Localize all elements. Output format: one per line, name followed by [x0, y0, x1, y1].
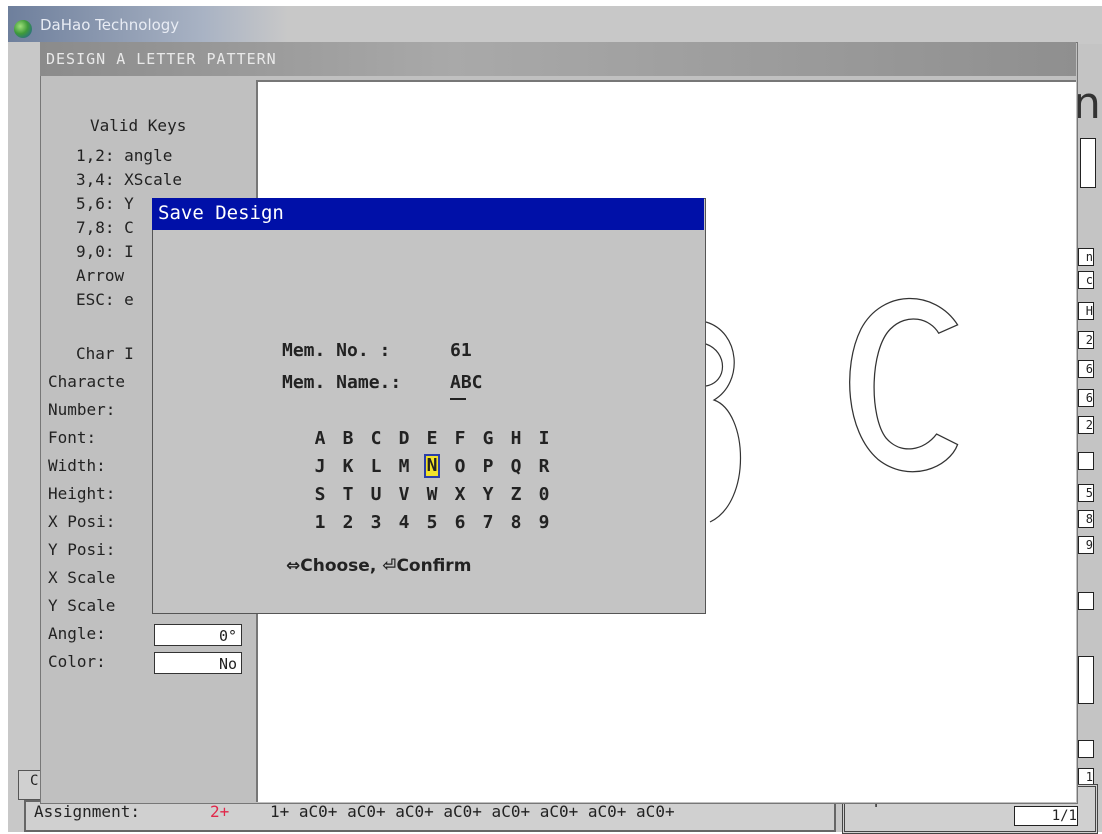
char-key-j[interactable]: J	[312, 456, 328, 477]
right-panel-field[interactable]	[1078, 740, 1094, 758]
key-hint: 7,8: C	[76, 218, 134, 237]
char-key-5[interactable]: 5	[424, 512, 440, 533]
right-panel-value: 9	[1078, 536, 1094, 554]
char-key-n-selected[interactable]: N	[424, 454, 440, 478]
design-window-title: DESIGN A LETTER PATTERN	[46, 50, 277, 68]
right-panel-value: 5	[1078, 484, 1094, 502]
char-key-k[interactable]: K	[340, 456, 356, 477]
field-label: Characte	[48, 372, 126, 391]
char-key-e[interactable]: E	[424, 428, 440, 449]
char-key-y[interactable]: Y	[480, 484, 496, 505]
char-key-z[interactable]: Z	[508, 484, 524, 505]
char-key-m[interactable]: M	[396, 456, 412, 477]
field-label: X Posi:	[48, 512, 116, 531]
char-key-0[interactable]: 0	[536, 484, 552, 505]
char-key-d[interactable]: D	[396, 428, 412, 449]
char-key-4[interactable]: 4	[396, 512, 412, 533]
char-key-s[interactable]: S	[312, 484, 328, 505]
char-key-v[interactable]: V	[396, 484, 412, 505]
char-info-heading: Char I	[76, 344, 134, 363]
field-label: X Scale	[48, 568, 116, 587]
char-key-8[interactable]: 8	[508, 512, 524, 533]
right-panel-field[interactable]	[1078, 656, 1094, 704]
char-key-w[interactable]: W	[424, 484, 440, 505]
char-key-r[interactable]: R	[536, 456, 552, 477]
dialog-title: Save Design	[158, 202, 284, 224]
key-hint: ESC: e	[76, 290, 134, 309]
char-key-3[interactable]: 3	[368, 512, 384, 533]
char-key-g[interactable]: G	[480, 428, 496, 449]
field-label: Y Scale	[48, 596, 116, 615]
left-stub-label: C	[30, 773, 39, 789]
char-key-9[interactable]: 9	[536, 512, 552, 533]
field-label: Width:	[48, 456, 106, 475]
right-panel-field[interactable]	[1078, 592, 1094, 610]
right-panel-field[interactable]	[1080, 138, 1096, 188]
char-key-a[interactable]: A	[312, 428, 328, 449]
char-key-c[interactable]: C	[368, 428, 384, 449]
char-key-1[interactable]: 1	[312, 512, 328, 533]
char-key-q[interactable]: Q	[508, 456, 524, 477]
right-panel-value: 2	[1078, 416, 1094, 434]
char-key-l[interactable]: L	[368, 456, 384, 477]
key-hint: 1,2: angle	[76, 146, 173, 165]
char-key-t[interactable]: T	[340, 484, 356, 505]
field-label: Font:	[48, 428, 97, 447]
right-panel-value: 6	[1078, 360, 1094, 378]
right-panel-field[interactable]	[1078, 452, 1094, 470]
char-key-u[interactable]: U	[368, 484, 384, 505]
char-key-i[interactable]: I	[536, 428, 552, 449]
right-panel-value: 6	[1078, 389, 1094, 407]
key-hint: Arrow	[76, 266, 125, 285]
right-panel-value: 2	[1078, 331, 1094, 349]
assignment-list: 1+ aC0+ aC0+ aC0+ aC0+ aC0+ aC0+ aC0+ aC…	[270, 802, 675, 821]
key-hint: 5,6: Y	[76, 194, 134, 213]
char-key-2[interactable]: 2	[340, 512, 356, 533]
field-label: Color:	[48, 652, 106, 671]
char-key-7[interactable]: 7	[480, 512, 496, 533]
angle-field[interactable]: 0°	[154, 624, 242, 646]
rep-times-value[interactable]: 1/1	[1014, 806, 1078, 826]
char-key-o[interactable]: O	[452, 456, 468, 477]
char-key-6[interactable]: 6	[452, 512, 468, 533]
valid-keys-title: Valid Keys	[90, 116, 187, 135]
right-panel-value: c	[1078, 271, 1094, 289]
right-panel-value: H	[1078, 302, 1094, 320]
char-key-p[interactable]: P	[480, 456, 496, 477]
assignment-current: 2+	[210, 802, 230, 821]
right-panel-value: n	[1078, 248, 1094, 266]
char-key-f[interactable]: F	[452, 428, 468, 449]
mem-name-input[interactable]: ABC	[450, 372, 483, 393]
dialog-hint: ⇔Choose, ⏎Confirm	[286, 556, 472, 576]
right-panel-value: 8	[1078, 510, 1094, 528]
field-label: Angle:	[48, 624, 106, 643]
key-hint: 3,4: XScale	[76, 170, 182, 189]
field-label: Height:	[48, 484, 116, 503]
field-label: Y Posi:	[48, 540, 116, 559]
color-field[interactable]: No	[154, 652, 242, 674]
app-title: DaHao Technology	[40, 16, 180, 34]
char-key-x[interactable]: X	[452, 484, 468, 505]
mem-no-value: 61	[450, 340, 472, 361]
key-hint: 9,0: I	[76, 242, 134, 261]
mem-name-label: Mem. Name.:	[282, 372, 402, 393]
mem-no-label: Mem. No. :	[282, 340, 391, 361]
field-label: Number:	[48, 400, 116, 419]
char-key-h[interactable]: H	[508, 428, 524, 449]
char-key-b[interactable]: B	[340, 428, 356, 449]
text-cursor	[450, 398, 466, 400]
globe-icon	[14, 20, 32, 38]
save-design-dialog	[152, 198, 706, 614]
assignment-label: Assignment:	[34, 802, 140, 821]
